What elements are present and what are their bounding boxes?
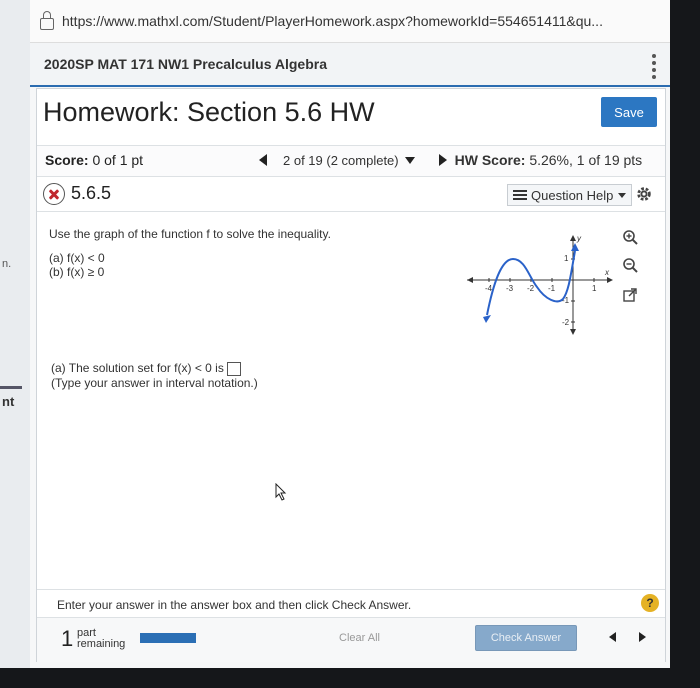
screen-bezel	[670, 0, 700, 688]
chevron-down-icon	[618, 192, 627, 198]
x-axis-label: x	[604, 268, 610, 277]
lock-icon	[40, 11, 54, 30]
hw-score-value: 5.26%, 1 of 19 pts	[529, 152, 643, 168]
part-a: (a) f(x) < 0	[49, 251, 105, 265]
previous-arrow-icon[interactable]	[608, 632, 616, 642]
zoom-out-icon[interactable]	[622, 257, 638, 273]
background-text-fragment: n.	[2, 258, 12, 270]
url-text[interactable]: https://www.mathxl.com/Student/PlayerHom…	[62, 13, 603, 29]
background-page-strip: n. nt	[0, 0, 31, 688]
hw-score-label: HW Score:	[454, 152, 526, 168]
answer-hint: (Type your answer in interval notation.)	[51, 376, 258, 390]
next-question-icon[interactable]	[438, 154, 447, 166]
instruction-text: Enter your answer in the answer box and …	[57, 598, 412, 612]
instruction-bar: Enter your answer in the answer box and …	[37, 589, 665, 618]
question-header: 5.6.5 Question Help	[37, 177, 665, 212]
question-prompt: Use the graph of the function f to solve…	[49, 227, 331, 241]
save-button[interactable]: Save	[601, 97, 657, 127]
incorrect-icon	[43, 183, 65, 205]
answer-prompt: (a) The solution set for f(x) < 0 is	[51, 361, 224, 375]
hw-score: HW Score: 5.26%, 1 of 19 pts	[455, 152, 643, 168]
answer-input[interactable]	[226, 361, 241, 376]
parts-remaining-label: part remaining	[77, 628, 125, 650]
curve-arrow-right	[571, 243, 579, 251]
x-tick-label: -2	[527, 284, 535, 293]
score: Score: 0 of 1 pt	[45, 152, 143, 168]
remaining-word: remaining	[77, 638, 126, 650]
score-bar: Score: 0 of 1 pt 2 of 19 (2 complete) HW…	[37, 145, 665, 177]
question-help-button[interactable]: Question Help	[507, 184, 633, 206]
question-navigator: 2 of 19 (2 complete) HW Score: 5.26%, 1 …	[259, 152, 642, 168]
x-tick-label: -1	[548, 284, 556, 293]
page-arrows	[597, 632, 657, 642]
question-help-label: Question Help	[531, 187, 614, 203]
check-answer-button[interactable]: Check Answer	[475, 625, 577, 651]
open-in-new-window-icon[interactable]	[622, 287, 638, 303]
y-axis-label: y	[576, 234, 582, 243]
score-label: Score:	[45, 152, 89, 168]
background-text-fragment: nt	[2, 394, 15, 409]
course-header: 2020SP MAT 171 NW1 Precalculus Algebra	[30, 43, 670, 87]
question-selector[interactable]: 2 of 19 (2 complete)	[283, 153, 399, 168]
background-divider	[0, 386, 22, 389]
homework-panel: Homework: Section 5.6 HW Save Score: 0 o…	[36, 88, 666, 662]
page-title: Homework: Section 5.6 HW	[43, 97, 375, 127]
chevron-down-icon[interactable]	[404, 156, 415, 164]
next-arrow-icon[interactable]	[638, 632, 646, 642]
y-tick-label: 1	[564, 254, 569, 263]
clear-all-button[interactable]: Clear All	[333, 628, 386, 648]
function-graph[interactable]: -4 -3 -2 -1 1 1 -1 -2 x y	[447, 233, 617, 343]
parts-remaining-count: 1	[61, 626, 74, 651]
question-parts: (a) f(x) < 0 (b) f(x) ≥ 0	[49, 251, 105, 279]
previous-question-icon[interactable]	[259, 154, 267, 166]
browser-window: https://www.mathxl.com/Student/PlayerHom…	[30, 0, 670, 668]
address-bar[interactable]: https://www.mathxl.com/Student/PlayerHom…	[30, 0, 670, 43]
more-menu-icon[interactable]	[652, 54, 656, 82]
answer-area: (a) The solution set for f(x) < 0 is (Ty…	[51, 361, 258, 391]
part-b: (b) f(x) ≥ 0	[49, 265, 105, 279]
question-number: 5.6.5	[71, 183, 112, 203]
x-tick-label: 1	[592, 284, 597, 293]
list-icon	[513, 190, 527, 200]
course-title: 2020SP MAT 171 NW1 Precalculus Algebra	[44, 56, 327, 72]
curve-arrow-left	[483, 315, 491, 323]
screen-bezel	[0, 668, 700, 688]
progress-bar	[140, 633, 196, 643]
x-tick-label: -3	[506, 284, 514, 293]
function-curve	[486, 250, 576, 316]
score-value: 0 of 1 pt	[92, 152, 144, 168]
gear-icon[interactable]	[635, 185, 653, 203]
mouse-cursor-icon	[275, 483, 287, 501]
y-tick-label: -2	[562, 318, 570, 327]
footer-bar: 1 part remaining Clear All Check Answer	[37, 617, 665, 662]
help-icon[interactable]: ?	[641, 594, 659, 612]
zoom-in-icon[interactable]	[622, 229, 638, 245]
